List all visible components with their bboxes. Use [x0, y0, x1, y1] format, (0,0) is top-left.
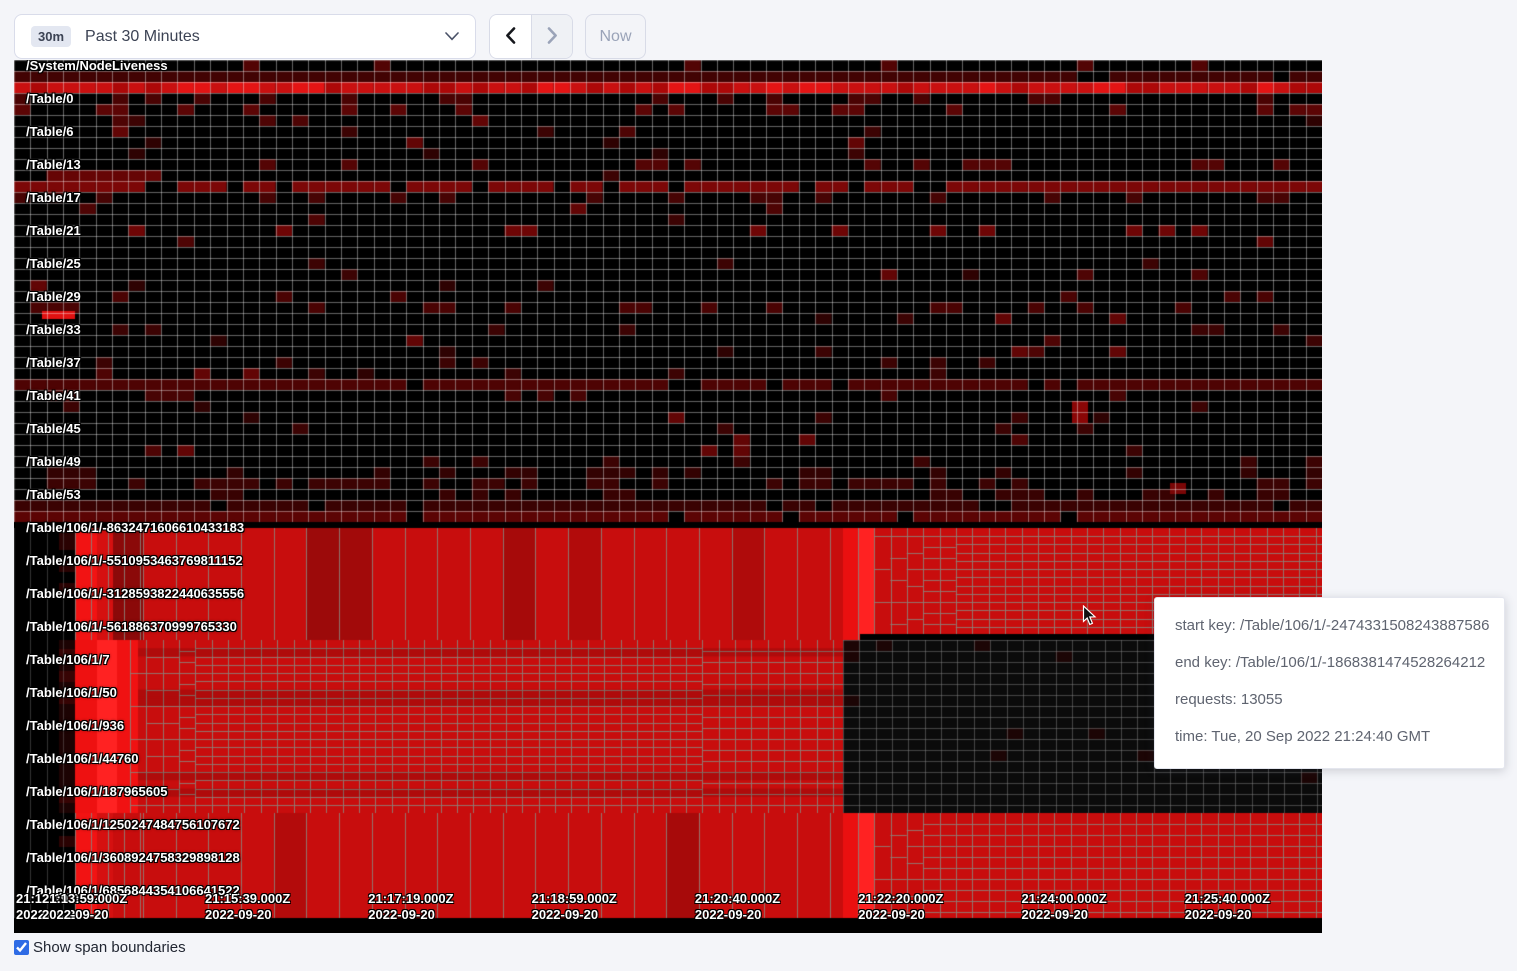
prev-time-button[interactable]	[490, 15, 531, 58]
show-span-boundaries-checkbox[interactable]	[14, 940, 29, 955]
range-badge: 30m	[31, 26, 71, 47]
chevron-right-icon	[547, 27, 558, 47]
tooltip-requests: requests: 13055	[1175, 681, 1484, 718]
time-range-select[interactable]: 30m Past 30 Minutes	[14, 14, 476, 59]
tooltip-start-key: start key: /Table/106/1/-247433150824388…	[1175, 607, 1484, 644]
key-visualizer-page: 30m Past 30 Minutes Now /System/NodeLive…	[0, 0, 1517, 971]
show-span-boundaries-control: Show span boundaries	[14, 939, 186, 956]
chevron-down-icon	[445, 28, 459, 46]
next-time-button[interactable]	[531, 15, 572, 58]
mouse-cursor	[1082, 605, 1099, 627]
chevron-left-icon	[505, 27, 516, 47]
tooltip-end-key: end key: /Table/106/1/-18683814745282642…	[1175, 644, 1484, 681]
show-span-boundaries-label: Show span boundaries	[33, 939, 186, 956]
heatmap-container: /System/NodeLiveness/Table/0/Table/6/Tab…	[14, 60, 1322, 933]
tooltip-time: time: Tue, 20 Sep 2022 21:24:40 GMT	[1175, 718, 1484, 755]
range-label: Past 30 Minutes	[85, 28, 445, 46]
key-visualizer-heatmap[interactable]	[14, 60, 1322, 933]
hover-tooltip: start key: /Table/106/1/-247433150824388…	[1154, 597, 1505, 769]
time-nav-group	[489, 14, 573, 59]
now-button[interactable]: Now	[585, 14, 646, 59]
